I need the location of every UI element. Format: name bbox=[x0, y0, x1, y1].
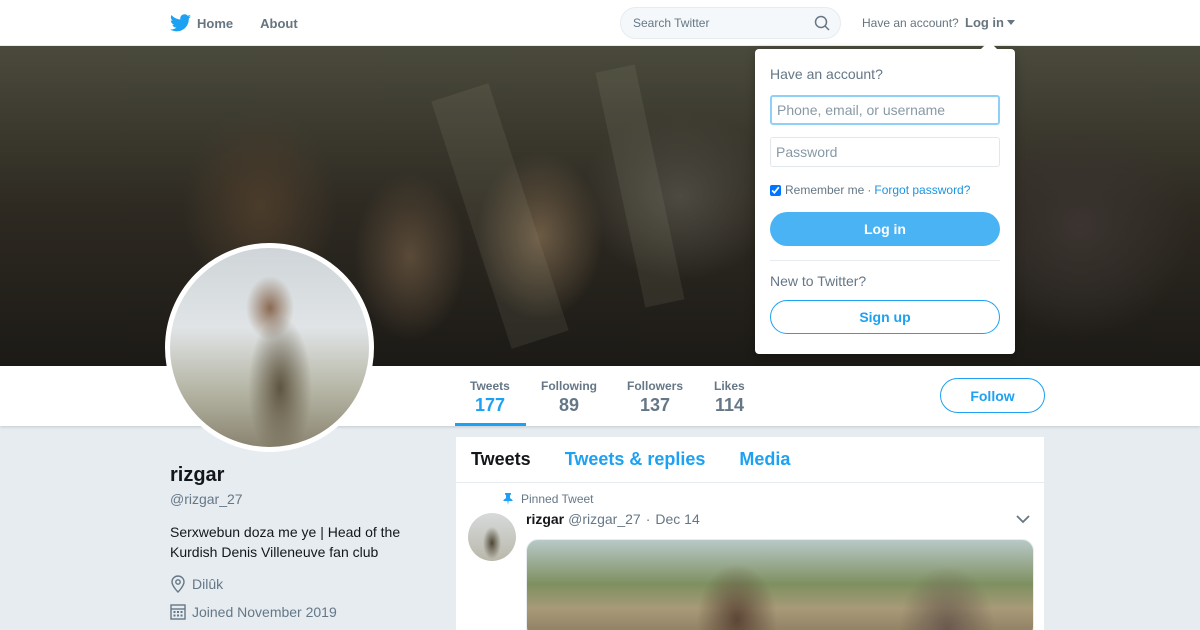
tab-tweets-and-replies[interactable]: Tweets & replies bbox=[565, 449, 706, 470]
dropdown-title: Have an account? bbox=[770, 66, 883, 82]
joined-text: Joined November 2019 bbox=[192, 603, 337, 620]
remember-row: Remember me · Forgot password? bbox=[770, 183, 970, 197]
forgot-password-link[interactable]: Forgot password? bbox=[874, 183, 970, 197]
nav-home[interactable]: Home bbox=[170, 14, 233, 32]
dropdown-divider bbox=[770, 260, 1000, 261]
profile-joined: Joined November 2019 bbox=[170, 603, 337, 620]
calendar-icon bbox=[170, 604, 186, 620]
profile-avatar[interactable] bbox=[165, 243, 374, 452]
stat-value: 137 bbox=[640, 395, 671, 415]
stat-label: Tweets bbox=[470, 379, 510, 393]
tweet-separator: · bbox=[645, 511, 651, 527]
stat-followers[interactable]: Followers 137 bbox=[627, 366, 683, 426]
new-to-twitter-text: New to Twitter? bbox=[770, 273, 867, 289]
search-icon[interactable] bbox=[814, 15, 830, 31]
remember-separator: · bbox=[867, 183, 872, 197]
stat-following[interactable]: Following 89 bbox=[541, 366, 597, 426]
timeline-tabs: Tweets Tweets & replies Media bbox=[456, 437, 1044, 483]
stat-likes[interactable]: Likes 114 bbox=[714, 366, 745, 426]
pin-icon bbox=[503, 493, 513, 505]
stat-label: Followers bbox=[627, 379, 684, 393]
stat-tweets[interactable]: Tweets 177 bbox=[455, 366, 526, 426]
stat-label: Likes bbox=[714, 379, 745, 393]
stat-value: 177 bbox=[475, 395, 506, 415]
stat-label: Following bbox=[541, 379, 597, 393]
tweet-author-handle[interactable]: @rizgar_27 bbox=[568, 511, 641, 527]
search-input[interactable] bbox=[621, 8, 801, 38]
login-dropdown: Have an account? Remember me · Forgot pa… bbox=[755, 41, 1015, 354]
chevron-down-icon[interactable] bbox=[1016, 514, 1030, 524]
follow-button[interactable]: Follow bbox=[940, 378, 1045, 413]
tweet-author-avatar[interactable] bbox=[468, 513, 516, 561]
tweet-header: rizgar @rizgar_27 · Dec 14 bbox=[526, 511, 700, 527]
tweet-date[interactable]: Dec 14 bbox=[655, 511, 699, 527]
nav-about[interactable]: About bbox=[260, 16, 298, 31]
caret-down-icon bbox=[1007, 20, 1015, 25]
tab-tweets[interactable]: Tweets bbox=[471, 449, 531, 470]
profile-location: Dilûk bbox=[170, 575, 223, 593]
password-field[interactable] bbox=[770, 137, 1000, 167]
login-toggle-label: Log in bbox=[965, 15, 1004, 30]
pinned-text: Pinned Tweet bbox=[521, 492, 594, 506]
nav-about-label: About bbox=[260, 15, 298, 31]
login-dropdown-toggle[interactable]: Log in bbox=[965, 15, 1015, 30]
nav-left: Home About bbox=[170, 0, 325, 46]
tab-media[interactable]: Media bbox=[739, 449, 790, 470]
login-button[interactable]: Log in bbox=[770, 212, 1000, 246]
profile-name[interactable]: rizgar bbox=[170, 464, 224, 487]
profile-bio: Serxwebun doza me ye | Head of the Kurdi… bbox=[170, 524, 401, 560]
timeline: Tweets Tweets & replies Media Pinned Twe… bbox=[456, 437, 1044, 630]
search-box bbox=[620, 7, 841, 39]
username-field[interactable] bbox=[770, 95, 1000, 125]
tweet-media-image[interactable] bbox=[526, 539, 1034, 630]
have-account-text: Have an account? bbox=[862, 16, 959, 30]
tweet-author-name[interactable]: rizgar bbox=[526, 511, 564, 527]
signup-button[interactable]: Sign up bbox=[770, 300, 1000, 334]
pinned-tweet-label: Pinned Tweet bbox=[503, 492, 594, 506]
twitter-bird-icon bbox=[170, 14, 191, 32]
remember-checkbox[interactable] bbox=[770, 184, 781, 196]
nav-home-label: Home bbox=[197, 15, 234, 31]
stat-value: 114 bbox=[715, 395, 745, 415]
stat-value: 89 bbox=[559, 395, 580, 415]
location-text: Dilûk bbox=[192, 576, 224, 592]
remember-label[interactable]: Remember me bbox=[785, 183, 864, 197]
profile-handle[interactable]: @rizgar_27 bbox=[170, 491, 243, 507]
location-pin-icon bbox=[171, 575, 185, 593]
top-navigation-bar: Home About Have an account? Log in bbox=[0, 0, 1200, 46]
